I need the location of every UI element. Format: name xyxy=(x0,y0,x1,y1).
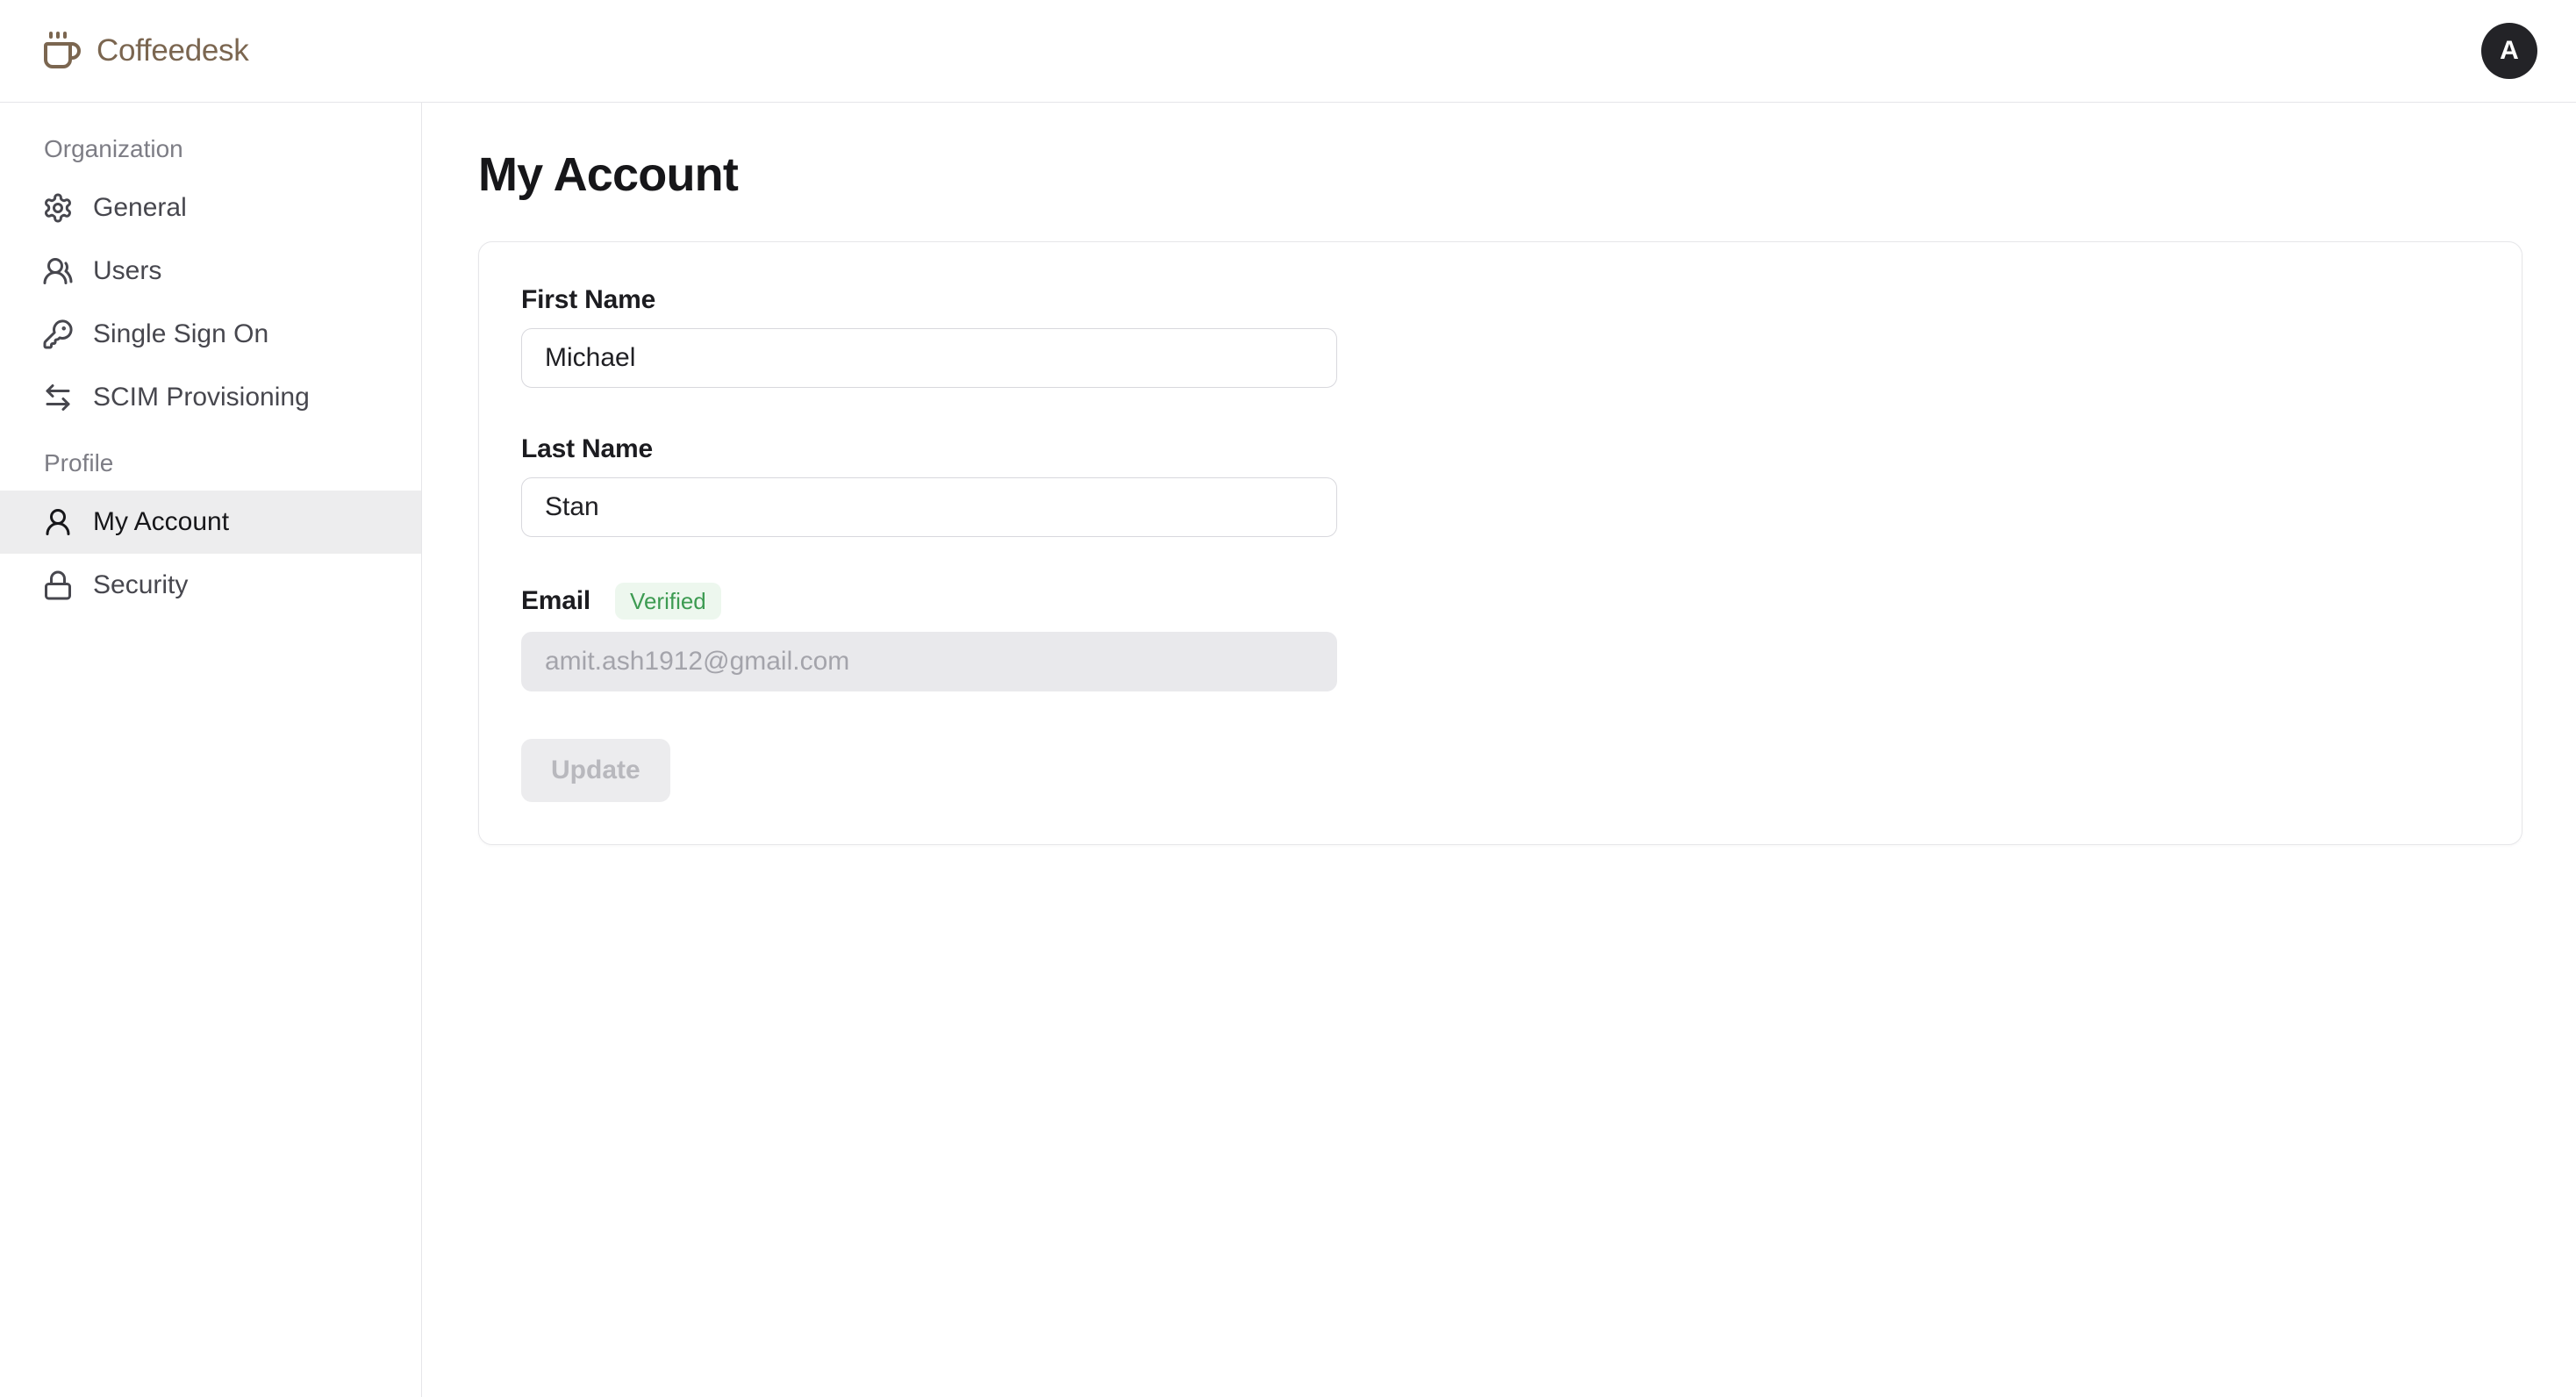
sidebar-section-profile: Profile xyxy=(0,440,421,491)
first-name-field: First Name xyxy=(521,284,2479,388)
email-input xyxy=(521,632,1337,691)
page-title: My Account xyxy=(478,147,2576,203)
last-name-input[interactable] xyxy=(521,477,1337,537)
update-button[interactable]: Update xyxy=(521,739,670,802)
verified-badge: Verified xyxy=(615,583,721,620)
brand-name: Coffeedesk xyxy=(97,33,248,68)
email-label: Email xyxy=(521,585,590,617)
avatar[interactable]: A xyxy=(2481,23,2537,79)
coffee-cup-icon xyxy=(40,30,82,72)
sidebar: Organization General xyxy=(0,103,422,1397)
users-icon xyxy=(42,255,74,287)
sidebar-item-scim-provisioning[interactable]: SCIM Provisioning xyxy=(0,366,421,429)
first-name-label: First Name xyxy=(521,284,2479,316)
brand-logo[interactable]: Coffeedesk xyxy=(40,30,248,72)
sidebar-item-label: Single Sign On xyxy=(93,319,268,349)
lock-icon xyxy=(42,570,74,601)
body-row: Organization General xyxy=(0,103,2576,1397)
last-name-field: Last Name xyxy=(521,433,2479,537)
sidebar-item-label: Security xyxy=(93,570,188,600)
sidebar-section-organization: Organization xyxy=(0,125,421,176)
sidebar-item-security[interactable]: Security xyxy=(0,554,421,617)
email-label-row: Email Verified xyxy=(521,583,2479,620)
app-window: Coffeedesk A Organization General xyxy=(0,0,2576,1397)
key-icon xyxy=(42,319,74,350)
account-form-card: First Name Last Name Email Verified Upda… xyxy=(478,241,2522,845)
main-content: My Account First Name Last Name Email Ve… xyxy=(422,103,2576,1397)
sidebar-item-users[interactable]: Users xyxy=(0,240,421,303)
sidebar-item-label: Users xyxy=(93,256,161,286)
sidebar-item-single-sign-on[interactable]: Single Sign On xyxy=(0,303,421,366)
sidebar-item-my-account[interactable]: My Account xyxy=(0,491,421,554)
sidebar-item-label: SCIM Provisioning xyxy=(93,383,310,412)
sidebar-item-label: My Account xyxy=(93,507,229,537)
sidebar-item-label: General xyxy=(93,193,187,223)
arrows-left-right-icon xyxy=(42,382,74,413)
last-name-label: Last Name xyxy=(521,433,2479,465)
sidebar-item-general[interactable]: General xyxy=(0,176,421,240)
top-bar: Coffeedesk A xyxy=(0,0,2576,103)
email-field: Email Verified xyxy=(521,583,2479,691)
user-icon xyxy=(42,506,74,538)
first-name-input[interactable] xyxy=(521,328,1337,388)
gear-icon xyxy=(42,192,74,224)
